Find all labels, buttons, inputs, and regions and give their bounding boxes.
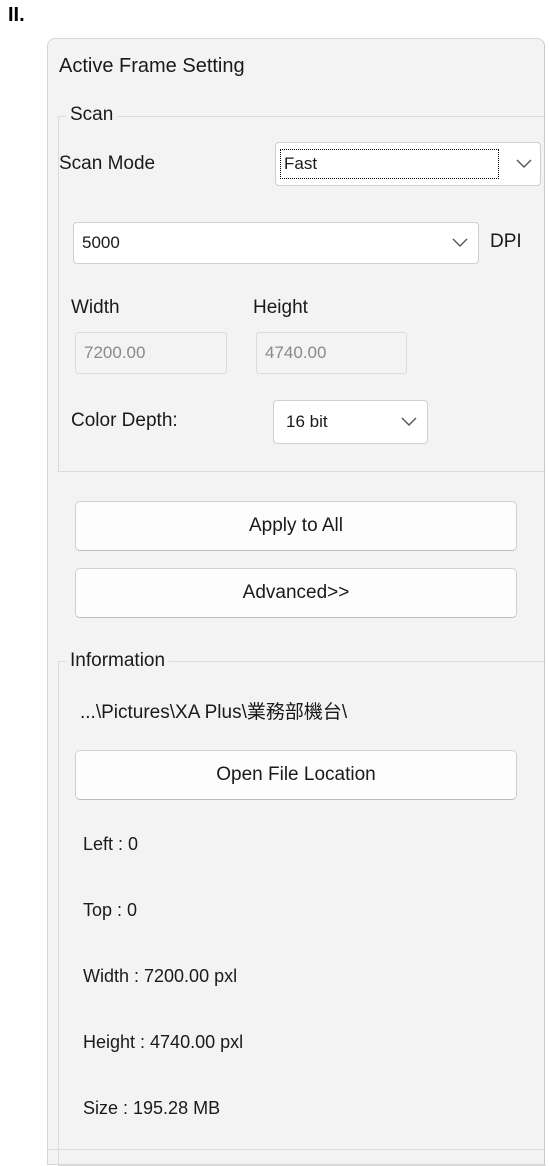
scan-mode-value: Fast [284, 154, 318, 173]
color-depth-value: 16 bit [286, 412, 328, 431]
dpi-label: DPI [490, 231, 522, 252]
width-label: Width [71, 297, 120, 318]
chevron-down-icon [516, 159, 532, 168]
info-width: Width : 7200.00 pxl [83, 966, 238, 986]
dpi-value: 5000 [82, 233, 120, 252]
bottom-divider [48, 1149, 544, 1150]
info-height: Height : 4740.00 pxl [83, 1032, 244, 1052]
dpi-dropdown[interactable]: 5000 [73, 222, 479, 264]
open-file-location-button[interactable]: Open File Location [75, 750, 517, 800]
width-field: 7200.00 [75, 332, 227, 374]
height-field: 4740.00 [256, 332, 407, 374]
file-path-text: ...\Pictures\XA Plus\業務部機台\ [80, 702, 348, 723]
info-left: Left : 0 [83, 834, 139, 854]
color-depth-label: Color Depth: [71, 410, 178, 431]
height-value: 4740.00 [265, 343, 327, 362]
active-frame-setting-panel: Active Frame Setting Scan Scan Mode Fast… [47, 38, 546, 1166]
scan-mode-dropdown[interactable]: Fast [275, 142, 541, 186]
advanced-button[interactable]: Advanced>> [75, 568, 517, 618]
color-depth-dropdown[interactable]: 16 bit [273, 400, 428, 444]
section-heading: II. [8, 4, 25, 26]
information-group-label: Information [66, 650, 170, 672]
scan-mode-label: Scan Mode [59, 153, 156, 174]
height-label: Height [253, 297, 308, 318]
info-size: Size : 195.28 MB [83, 1098, 221, 1118]
info-top: Top : 0 [83, 900, 138, 920]
panel-title: Active Frame Setting [59, 55, 245, 77]
apply-to-all-button[interactable]: Apply to All [75, 501, 517, 551]
chevron-down-icon [452, 238, 468, 247]
width-value: 7200.00 [84, 343, 146, 362]
scan-group-label: Scan [66, 104, 118, 126]
chevron-down-icon [401, 417, 417, 426]
